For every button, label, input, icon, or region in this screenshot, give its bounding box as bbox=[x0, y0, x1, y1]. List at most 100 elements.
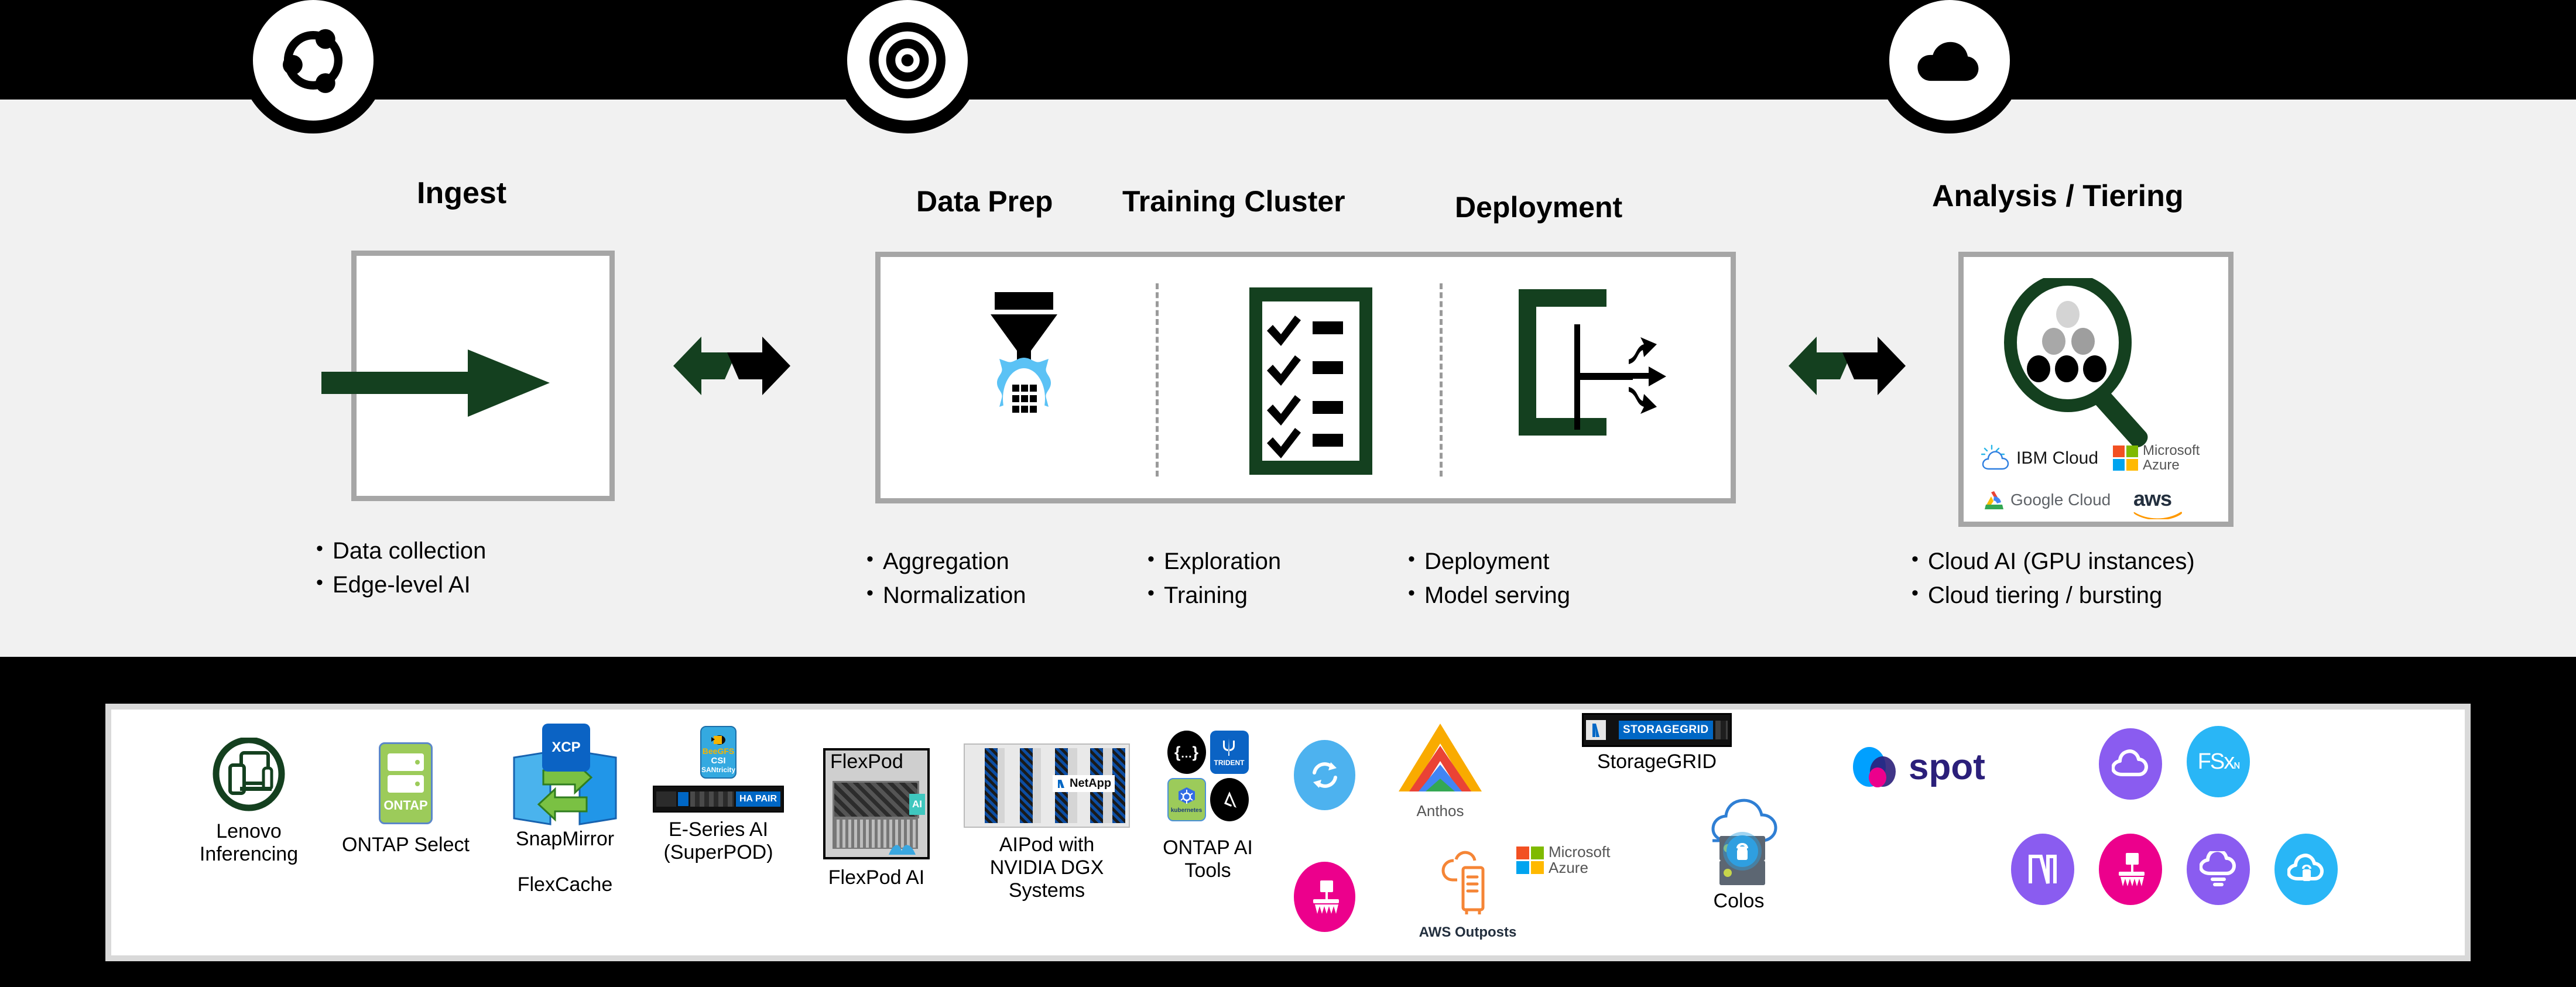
product-anthos[interactable]: Anthos bbox=[1388, 720, 1493, 820]
cloud-volumes-icon bbox=[2099, 728, 2162, 800]
bidirectional-arrows-icon-right bbox=[1789, 334, 1906, 401]
product-aipod-nvidia-dgx[interactable]: NetApp AIPod with NVIDIA DGX Systems bbox=[959, 743, 1135, 902]
bullet-text: Cloud AI (GPU instances) bbox=[1928, 549, 2195, 574]
product-colos[interactable]: Colos bbox=[1671, 795, 1806, 913]
product-cloud-sweep[interactable] bbox=[2099, 834, 2162, 905]
microsoft-squares-icon bbox=[2113, 445, 2138, 471]
list-item: • Model serving bbox=[1408, 583, 1570, 608]
stage-badge-ingest bbox=[240, 0, 386, 133]
spot-wordmark: spot bbox=[1909, 747, 1985, 787]
fsx-netapp-icon: FSxɴ bbox=[2187, 726, 2250, 797]
checklist-icon bbox=[1249, 287, 1372, 478]
google-cloud-icon bbox=[1985, 491, 2003, 509]
product-cloud-sync[interactable] bbox=[1294, 740, 1355, 810]
santricity-label: SANtricity bbox=[701, 766, 736, 774]
ontap-chip-icon: ONTAP bbox=[379, 742, 433, 824]
panel-divider-2 bbox=[1440, 283, 1443, 477]
product-cloud-manager[interactable] bbox=[2011, 834, 2074, 905]
bullet-dot: • bbox=[1408, 548, 1415, 570]
product-aws-outposts[interactable]: AWS Outposts bbox=[1412, 848, 1523, 941]
bullet-dot: • bbox=[1408, 582, 1415, 604]
product-flexpod-ai[interactable]: FlexPod AI FlexPod AI bbox=[803, 748, 950, 889]
product-storagegrid[interactable]: STORAGEGRID StorageGRID bbox=[1563, 713, 1751, 773]
page-title-deployment: Deployment bbox=[1455, 191, 1623, 224]
list-item: • Deployment bbox=[1408, 549, 1570, 574]
xcp-chip-text: XCP bbox=[542, 724, 590, 772]
kubernetes-label: kubernetes bbox=[1170, 807, 1203, 814]
google-cloud-label: Google Cloud bbox=[2010, 491, 2111, 509]
product-snapmirror-flexcache[interactable]: XCP SnapMirror FlexCache bbox=[486, 724, 644, 896]
product-fsx[interactable]: FSxɴ bbox=[2187, 726, 2250, 797]
stage-badge-training bbox=[834, 0, 981, 133]
product-label: Colos bbox=[1713, 890, 1765, 912]
microsoft-azure-logo: Microsoft Azure bbox=[2113, 443, 2200, 472]
trident-label: TRIDENT bbox=[1214, 759, 1245, 767]
training-bullets-col1: • Aggregation • Normalization bbox=[866, 549, 1026, 617]
ingest-arrow-icon bbox=[321, 349, 550, 420]
netapp-n-icon bbox=[2011, 834, 2074, 905]
csi-label: CSI bbox=[711, 756, 726, 766]
data-broom-icon bbox=[2099, 834, 2162, 905]
cloud-sync-icon bbox=[1294, 740, 1355, 810]
microsoft-azure-label: Microsoft Azure bbox=[2143, 443, 2200, 474]
cloud-icon bbox=[1912, 22, 1988, 98]
product-e-series-ai[interactable]: BeeGFS CSI SANtricity HA PAIR E-Series A… bbox=[645, 726, 792, 864]
e-series-device-icon: HA PAIR bbox=[653, 786, 784, 813]
google-cloud-logo: Google Cloud bbox=[1981, 488, 2111, 512]
product-label: ONTAP Select bbox=[342, 834, 470, 856]
list-item: • Data collection bbox=[316, 539, 486, 563]
ibm-cloud-logo: IBM Cloud bbox=[1981, 444, 2098, 472]
panel-divider-1 bbox=[1156, 283, 1159, 477]
flexpod-title: FlexPod bbox=[830, 750, 903, 773]
page-title-training-cluster: Training Cluster bbox=[1122, 185, 1345, 218]
aws-wordmark: aws bbox=[2133, 486, 2172, 510]
product-label: ONTAP AI Tools bbox=[1163, 837, 1253, 882]
colo-cloud-lock-icon bbox=[1683, 795, 1794, 889]
bullet-text: Edge-level AI bbox=[333, 572, 471, 598]
product-data-broom[interactable] bbox=[1294, 862, 1355, 932]
network-nodes-icon bbox=[275, 22, 351, 98]
list-item: • Training bbox=[1147, 583, 1281, 608]
product-ontap-ai-tools[interactable]: {…} TRIDENT kubernetes ONTAP AI Tools bbox=[1146, 731, 1269, 882]
bullet-text: Model serving bbox=[1424, 582, 1571, 608]
product-lenovo-inferencing[interactable]: Lenovo Inferencing bbox=[181, 736, 316, 866]
anthos-icon bbox=[1396, 720, 1484, 799]
list-item: • Edge-level AI bbox=[316, 573, 486, 597]
storagegrid-chip-text: STORAGEGRID bbox=[1619, 721, 1713, 739]
ontap-ai-tools-icon: {…} TRIDENT kubernetes bbox=[1167, 731, 1249, 821]
product-label: Anthos bbox=[1416, 802, 1464, 820]
list-item: • Normalization bbox=[866, 583, 1026, 608]
bullet-dot: • bbox=[866, 582, 873, 604]
ontap-chip-text: ONTAP bbox=[383, 798, 428, 813]
netapp-rack-icon: NetApp bbox=[964, 743, 1130, 828]
product-label: Lenovo Inferencing bbox=[199, 820, 299, 866]
trident-icon: TRIDENT bbox=[1210, 731, 1249, 774]
product-label: AIPod with NVIDIA DGX Systems bbox=[989, 834, 1104, 902]
target-bullseye-icon bbox=[869, 22, 946, 98]
product-label: FlexPod AI bbox=[828, 866, 925, 889]
beegfs-label: BeeGFS bbox=[702, 746, 735, 756]
bullet-text: Exploration bbox=[1164, 549, 1282, 574]
analysis-panel: IBM Cloud Microsoft Azure Google Cloud a… bbox=[1958, 252, 2234, 527]
product-ontap-select[interactable]: ONTAP ONTAP Select bbox=[327, 742, 485, 856]
astra-braces-icon: {…} bbox=[1167, 731, 1206, 774]
product-cloud-volumes[interactable] bbox=[2099, 728, 2162, 800]
stage-badge-analysis bbox=[1876, 0, 2023, 133]
product-microsoft-azure[interactable]: Microsoft Azure bbox=[1516, 844, 1610, 876]
list-item: • Exploration bbox=[1147, 549, 1281, 574]
ingest-bullets: • Data collection • Edge-level AI bbox=[316, 539, 486, 606]
product-spot[interactable]: spot bbox=[1850, 745, 1985, 790]
aws-logo: aws bbox=[2133, 486, 2183, 522]
product-cloud-tiering[interactable] bbox=[2187, 834, 2250, 905]
product-cloud-backup[interactable] bbox=[2274, 834, 2338, 905]
list-item: • Cloud AI (GPU instances) bbox=[1912, 549, 2195, 574]
bullet-dot: • bbox=[1912, 548, 1919, 570]
top-black-band bbox=[0, 0, 2576, 100]
bullet-dot: • bbox=[1147, 582, 1155, 604]
aws-outposts-icon bbox=[1438, 848, 1497, 921]
bullet-text: Training bbox=[1164, 582, 1248, 608]
microsoft-squares-icon bbox=[1516, 846, 1544, 874]
bidirectional-arrows-icon-left bbox=[673, 334, 790, 401]
ansible-icon bbox=[1210, 778, 1249, 821]
training-bullets-col2: • Exploration • Training bbox=[1147, 549, 1281, 617]
